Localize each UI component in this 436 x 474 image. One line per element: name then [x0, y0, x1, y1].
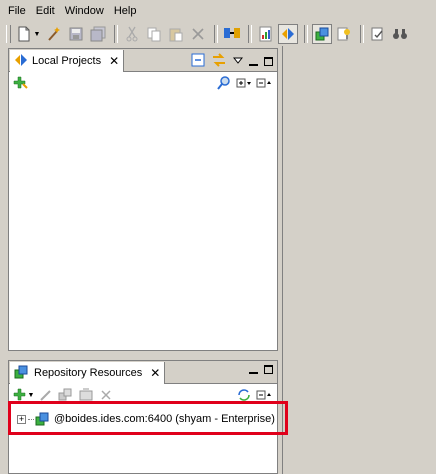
add-dropdown-icon[interactable]: ▼ [28, 392, 35, 399]
projects-icon[interactable] [278, 24, 298, 44]
add-project-icon[interactable] [11, 74, 29, 92]
view-menu-icon[interactable] [232, 56, 244, 68]
panel-window-controls [249, 365, 273, 374]
main-toolbar: ▼ [0, 22, 436, 46]
object-icon[interactable] [334, 24, 354, 44]
highlight-box [8, 401, 288, 435]
tab-repository-resources[interactable]: Repository Resources ✕ [10, 362, 166, 384]
menu-bar: File Edit Window Help [0, 0, 436, 22]
menu-window[interactable]: Window [60, 0, 109, 22]
toolbar-separator [248, 25, 252, 43]
toolbar-separator [304, 25, 308, 43]
collapse-all-icon[interactable] [191, 53, 205, 70]
panel-window-controls [191, 53, 273, 70]
paste-icon[interactable] [166, 24, 186, 44]
delete-icon[interactable] [188, 24, 208, 44]
toolbar-separator [114, 25, 118, 43]
editor-area [282, 46, 436, 474]
toolbar-grip [6, 25, 11, 43]
projects-icon [14, 53, 28, 70]
toolbar-separator [214, 25, 218, 43]
menu-edit[interactable]: Edit [31, 0, 60, 22]
local-projects-toolbar [9, 72, 277, 94]
close-icon[interactable]: ✕ [109, 55, 119, 67]
copy-icon[interactable] [144, 24, 164, 44]
menu-file[interactable]: File [0, 0, 31, 22]
tab-local-projects[interactable]: Local Projects ✕ [10, 50, 125, 72]
save-icon[interactable] [66, 24, 86, 44]
close-icon[interactable]: ✕ [150, 367, 160, 379]
tab-label: Local Projects [32, 55, 102, 67]
toolbar-separator [360, 25, 364, 43]
minimize-icon[interactable] [249, 63, 258, 66]
minimize-icon[interactable] [249, 371, 258, 374]
report-icon[interactable] [256, 24, 276, 44]
search-icon[interactable] [215, 74, 233, 92]
maximize-icon[interactable] [264, 365, 273, 374]
check-icon[interactable] [368, 24, 388, 44]
save-all-icon[interactable] [88, 24, 108, 44]
repository-icon [14, 365, 30, 382]
expand-all-icon[interactable] [235, 74, 253, 92]
cut-icon[interactable] [122, 24, 142, 44]
new-dropdown-icon[interactable]: ▼ [34, 31, 41, 38]
new-icon[interactable] [14, 24, 34, 44]
wand-icon[interactable] [44, 24, 64, 44]
link-editor-icon[interactable] [211, 53, 227, 70]
maximize-icon[interactable] [264, 57, 273, 66]
local-projects-panel: Local Projects ✕ [8, 48, 278, 351]
binoculars-icon[interactable] [390, 24, 410, 44]
tab-label: Repository Resources [34, 367, 143, 379]
collapse-tree-icon[interactable] [255, 74, 273, 92]
menu-help[interactable]: Help [109, 0, 142, 22]
connection-icon[interactable] [222, 24, 242, 44]
repository-icon[interactable] [312, 24, 332, 44]
